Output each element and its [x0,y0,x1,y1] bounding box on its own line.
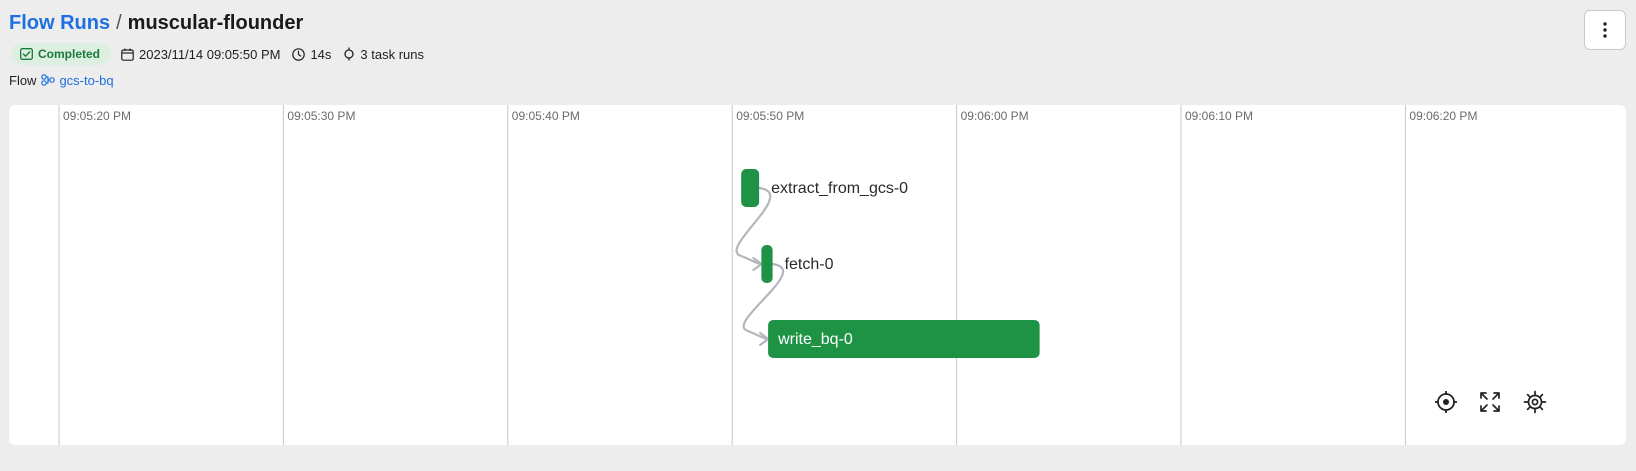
flow-link[interactable]: gcs-to-bq [41,72,114,88]
timeline-tick-label: 09:05:30 PM [287,109,355,123]
task-run-label: fetch-0 [785,256,834,273]
timeline-graph: 09:05:20 PM 09:05:30 PM 09:05:40 PM 09:05:5… [58,105,1477,445]
status-label: Completed [38,47,101,61]
timeline-tick-label: 09:06:00 PM [961,109,1029,123]
crosshair-icon [1435,391,1457,413]
flow-run-page: Flow Runs / muscular-flounder Completed 20… [0,0,1636,471]
task-run-label: write_bq-0 [777,331,853,348]
page-title: muscular-flounder [127,12,304,34]
run-meta: Completed 2023/11/14 09:05:50 PM 14s 3 t… [11,43,436,65]
task-run-count-label: 3 task runs [360,46,425,62]
recenter-button[interactable] [1430,386,1462,418]
timeline-tick-label: 09:06:20 PM [1409,109,1477,123]
fullscreen-button[interactable] [1474,386,1506,418]
expand-icon [1480,392,1500,412]
task-run-count: 3 task runs [343,47,424,62]
more-actions-button[interactable] [1584,10,1626,50]
gear-icon [1523,390,1547,414]
timeline-tick-label: 09:05:50 PM [736,109,804,123]
flow-icon [41,74,56,86]
calendar-icon [121,48,134,61]
breadcrumb-separator: / [116,12,122,34]
breadcrumb-flow-runs-link[interactable]: Flow Runs [9,12,110,34]
breadcrumb: Flow Runs / muscular-flounder [9,10,303,36]
status-badge: Completed [11,43,112,65]
timeline-tick-label: 09:06:10 PM [1185,109,1253,123]
duration: 14s [292,47,331,62]
flow-name: gcs-to-bq [59,72,114,88]
task-run-bar[interactable] [761,245,773,283]
timeline-tick-label: 09:05:40 PM [512,109,580,123]
duration-label: 14s [310,46,332,62]
kebab-vertical-icon [1603,22,1607,38]
flow-label: Flow [9,72,37,88]
run-timeline[interactable]: 09:05:20 PM 09:05:30 PM 09:05:40 PM 09:05:5… [9,105,1626,445]
task-run-label: extract_from_gcs-0 [771,180,908,197]
flow-info: Flow gcs-to-bq [9,71,114,89]
check-square-icon [20,48,33,60]
timeline-tick-label: 09:05:20 PM [63,109,131,123]
task-node-icon [344,47,355,61]
start-time: 2023/11/14 09:05:50 PM [121,47,280,62]
clock-icon [292,47,306,61]
graph-settings-button[interactable] [1519,386,1551,418]
start-time-label: 2023/11/14 09:05:50 PM [139,46,281,62]
task-run-bar[interactable] [741,169,760,207]
